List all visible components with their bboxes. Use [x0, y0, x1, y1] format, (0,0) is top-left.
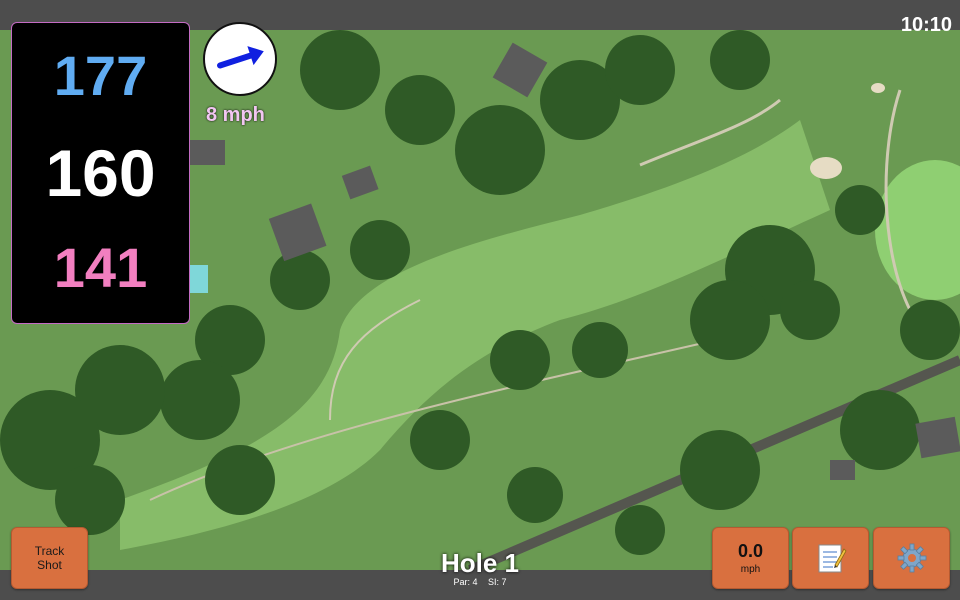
distance-center-value: 160: [45, 136, 156, 210]
wind-speed-value: 0.0: [737, 541, 764, 561]
notepad-icon: [818, 544, 846, 573]
wind-speed-unit: mph: [740, 564, 761, 575]
distance-panel: 177 160 141: [11, 22, 190, 324]
notes-button[interactable]: [792, 527, 869, 589]
hole-stroke-index: SI: 7: [488, 577, 507, 587]
gear-icon: [897, 543, 926, 573]
distance-back-value: 177: [53, 44, 148, 107]
wind-speed-button[interactable]: 0.0 mph: [712, 527, 789, 589]
wind-direction-indicator: [203, 22, 277, 96]
hole-par: Par: 4: [453, 577, 478, 587]
distance-front-value: 141: [53, 236, 148, 299]
arrow-right-icon: [217, 46, 264, 69]
settings-button[interactable]: [873, 527, 950, 589]
wind-speed-label: 8 mph: [206, 104, 265, 126]
clock-time: 10:10: [900, 14, 952, 36]
